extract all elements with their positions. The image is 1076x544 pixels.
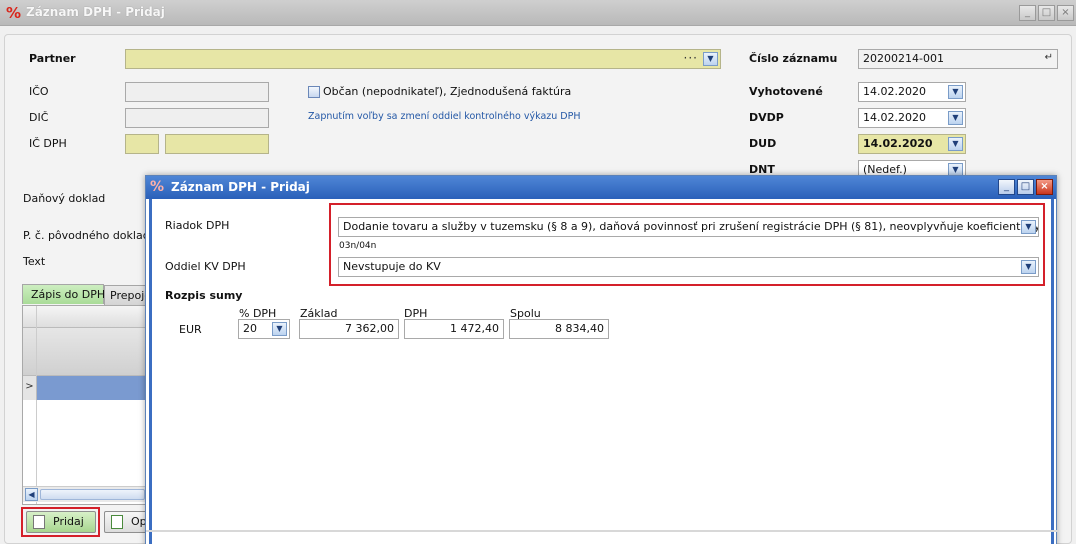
ellipsis-icon[interactable]: ··· [684, 51, 698, 65]
grid-header [23, 306, 147, 328]
dph-pct-value: 20 [243, 322, 257, 335]
chevron-down-icon[interactable]: ▼ [948, 137, 963, 151]
main-window-title: Záznam DPH - Pridaj [26, 5, 165, 19]
ico-label: IČO [29, 85, 49, 98]
obcan-checkbox[interactable] [308, 86, 320, 98]
dialog-close-button[interactable]: × [1036, 179, 1053, 195]
oddiel-kv-label: Oddiel KV DPH [165, 260, 246, 273]
row-indicator-icon: > [23, 376, 37, 400]
dud-label: DUD [749, 137, 777, 150]
dialog-body: Riadok DPH Dodanie tovaru a služby v tuz… [149, 199, 1054, 544]
dph-dialog: % Záznam DPH - Pridaj _ □ × Riadok DPH D… [145, 175, 1058, 544]
dph-field[interactable]: 1 472,40 [404, 319, 504, 339]
grid-indicator-column [23, 306, 37, 504]
pridaj-highlight [21, 507, 100, 537]
grid-subheader [23, 328, 147, 376]
obcan-label: Občan (nepodnikateľ), Zjednodušená faktú… [323, 85, 572, 98]
partner-field[interactable]: ··· ▼ [125, 49, 721, 69]
table-row[interactable] [37, 376, 147, 400]
danovy-doklad-label: Daňový doklad [23, 192, 106, 205]
rozpis-sumy-title: Rozpis sumy [165, 289, 243, 302]
cislo-zaznamu-field[interactable]: 20200214-001 ↵ [858, 49, 1058, 69]
icdph-field[interactable] [165, 134, 269, 154]
riadok-highlight [329, 203, 1045, 286]
chevron-down-icon[interactable]: ▼ [272, 322, 287, 336]
vyhotovene-field[interactable]: 14.02.2020 ▼ [858, 82, 966, 102]
chevron-down-icon[interactable]: ▼ [948, 85, 963, 99]
spolu-field[interactable]: 8 834,40 [509, 319, 609, 339]
tab-zapis-do-dph[interactable]: Zápis do DPH [22, 284, 105, 304]
scroll-thumb[interactable] [40, 489, 145, 500]
partner-label: Partner [29, 52, 76, 65]
chevron-down-icon[interactable]: ▼ [948, 111, 963, 125]
records-grid[interactable]: > ◀ [22, 305, 148, 505]
dialog-maximize-button[interactable]: □ [1017, 179, 1034, 195]
close-button[interactable]: × [1057, 5, 1074, 21]
edit-document-icon [111, 515, 123, 529]
obcan-hint: Zapnutím voľby sa zmení oddiel kontrolné… [308, 111, 581, 122]
ico-field[interactable] [125, 82, 269, 102]
riadok-dph-label: Riadok DPH [165, 219, 230, 232]
tab-prepojenia[interactable]: Prepoje [104, 285, 148, 305]
dph-pct-select[interactable]: 20 ▼ [238, 319, 290, 339]
text-label: Text [23, 255, 46, 268]
dvdp-field[interactable]: 14.02.2020 ▼ [858, 108, 966, 128]
dialog-title: Záznam DPH - Pridaj [171, 180, 310, 194]
cislo-zaznamu-value: 20200214-001 [863, 52, 944, 65]
dvdp-value: 14.02.2020 [863, 111, 926, 124]
dud-field[interactable]: 14.02.2020 ▼ [858, 134, 966, 154]
zaklad-field[interactable]: 7 362,00 [299, 319, 399, 339]
link-arrow-icon[interactable]: ↵ [1045, 52, 1053, 63]
icdph-prefix-field[interactable] [125, 134, 159, 154]
currency-label: EUR [179, 323, 202, 336]
minimize-button[interactable]: _ [1019, 5, 1036, 21]
chevron-down-icon[interactable]: ▼ [703, 52, 718, 66]
grid-horizontal-scrollbar[interactable]: ◀ [23, 486, 147, 502]
vyhotovene-label: Vyhotovené [749, 85, 823, 98]
maximize-button[interactable]: □ [1038, 5, 1055, 21]
vyhotovene-value: 14.02.2020 [863, 85, 926, 98]
dic-label: DIČ [29, 111, 49, 124]
app-logo-icon: % [6, 4, 22, 22]
app-logo-icon: % [150, 179, 165, 195]
cislo-zaznamu-label: Číslo záznamu [749, 52, 838, 65]
dud-value: 14.02.2020 [863, 137, 933, 150]
pc-povodneho-label: P. č. pôvodného dokladu [23, 229, 157, 242]
dic-field[interactable] [125, 108, 269, 128]
scroll-left-icon[interactable]: ◀ [25, 488, 38, 501]
icdph-label: IČ DPH [29, 137, 67, 150]
dialog-titlebar: % Záznam DPH - Pridaj _ □ × [146, 176, 1056, 199]
main-titlebar: % Záznam DPH - Pridaj _ □ × [0, 0, 1076, 26]
dvdp-label: DVDP [749, 111, 784, 124]
second-button[interactable]: Op [104, 511, 148, 533]
dialog-minimize-button[interactable]: _ [998, 179, 1015, 195]
dialog-bottom-divider [146, 530, 1058, 532]
